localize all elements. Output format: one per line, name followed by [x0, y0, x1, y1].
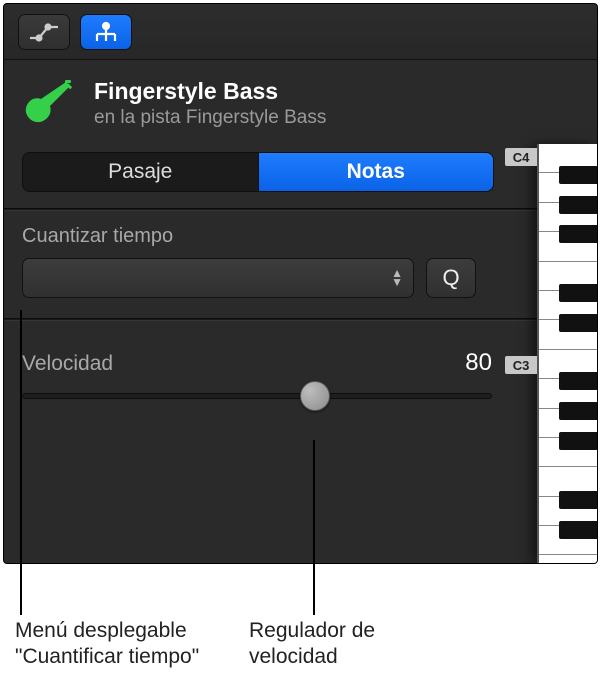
octave-label-c3: C3 — [505, 356, 537, 374]
quantize-time-select[interactable]: ▲▼ — [22, 258, 414, 298]
callout-quantize-menu: Menú desplegable "Cuantificar tiempo" — [15, 618, 199, 671]
callout-leader — [313, 440, 315, 615]
quantize-apply-button[interactable]: Q — [426, 258, 476, 298]
instrument-guitar-icon — [22, 76, 76, 130]
callout-velocity-slider: Regulador de velocidad — [249, 618, 375, 671]
chevron-updown-icon: ▲▼ — [391, 269, 403, 287]
piano-keyboard[interactable]: C4 C3 — [537, 144, 597, 563]
velocity-value: 80 — [465, 349, 492, 377]
quantize-label: Cuantizar tiempo — [22, 225, 476, 248]
toolbar — [4, 4, 597, 60]
view-segmented-control: Pasaje Notas — [22, 152, 494, 192]
velocity-label: Velocidad — [22, 352, 113, 376]
midi-merge-tool-button[interactable] — [80, 14, 132, 50]
annotation-layer: Menú desplegable "Cuantificar tiempo" Re… — [3, 530, 598, 680]
automation-tool-button[interactable] — [18, 14, 70, 50]
quantize-section: Cuantizar tiempo ▲▼ Q — [4, 211, 494, 298]
tab-pasaje[interactable]: Pasaje — [23, 153, 259, 191]
octave-label-c4: C4 — [505, 148, 537, 166]
callout-leader — [20, 310, 22, 615]
track-title: Fingerstyle Bass — [94, 78, 326, 105]
velocity-slider-thumb[interactable] — [300, 381, 330, 411]
velocity-slider-track[interactable] — [22, 393, 492, 399]
tab-notas[interactable]: Notas — [259, 153, 494, 191]
editor-panel: Fingerstyle Bass en la pista Fingerstyle… — [3, 3, 598, 564]
track-header: Fingerstyle Bass en la pista Fingerstyle… — [4, 60, 597, 142]
track-subtitle: en la pista Fingerstyle Bass — [94, 107, 326, 129]
